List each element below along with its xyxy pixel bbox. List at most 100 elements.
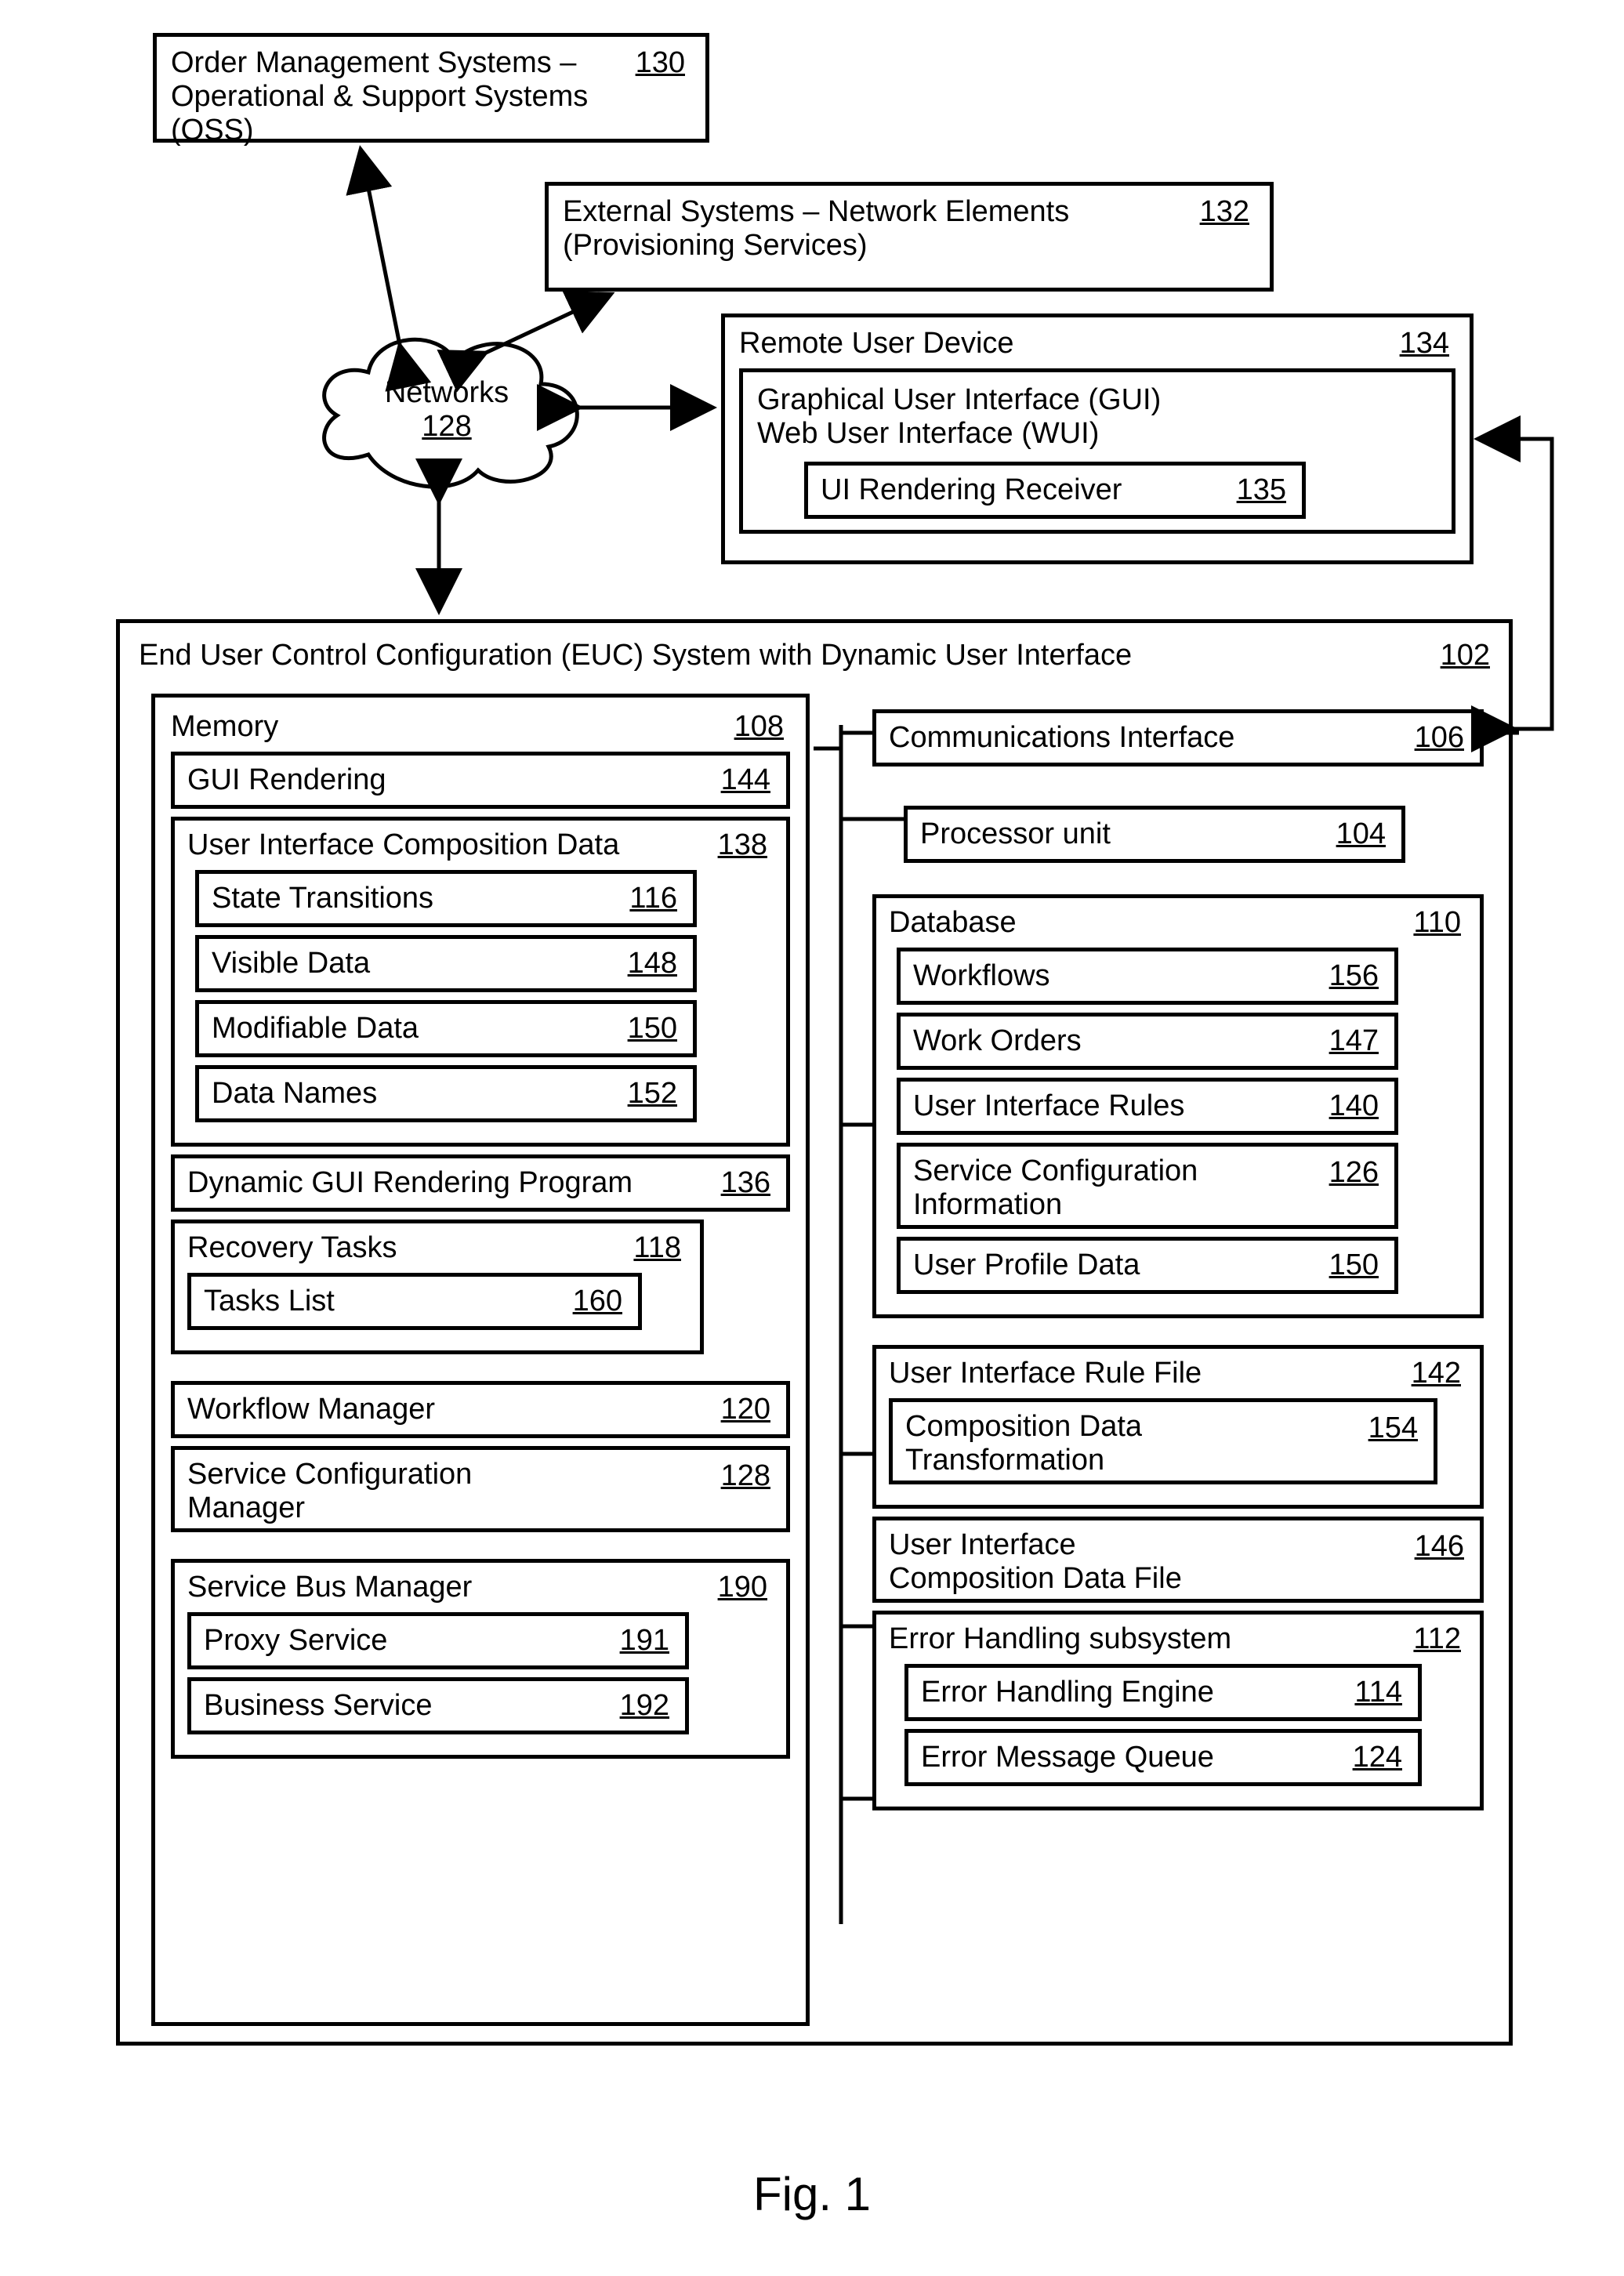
ext-box: External Systems – Network Elements (Pro… bbox=[545, 182, 1274, 292]
sci-ref: 126 bbox=[1329, 1156, 1379, 1190]
networks-label: Networks bbox=[306, 376, 588, 410]
comm-ref: 106 bbox=[1415, 721, 1464, 755]
memory-title: Memory bbox=[171, 710, 278, 744]
scm-box: Service Configuration Manager 128 bbox=[171, 1446, 790, 1532]
err-engine-box: Error Handling Engine 114 bbox=[904, 1664, 1422, 1721]
err-box: Error Handling subsystem 112 Error Handl… bbox=[872, 1611, 1484, 1810]
recovery-box: Recovery Tasks 118 Tasks List 160 bbox=[171, 1220, 704, 1354]
remote-gui-box: Graphical User Interface (GUI) Web User … bbox=[739, 368, 1455, 534]
remote-ref: 134 bbox=[1400, 327, 1449, 361]
db-title: Database bbox=[889, 906, 1017, 940]
mod-ref: 150 bbox=[628, 1012, 677, 1046]
uicdf-ref: 146 bbox=[1415, 1530, 1464, 1564]
scm-label: Service Configuration Manager bbox=[187, 1458, 501, 1525]
oms-box: Order Management Systems – Operational &… bbox=[153, 33, 709, 143]
visible-label: Visible Data bbox=[212, 947, 370, 980]
err-ref: 112 bbox=[1413, 1622, 1461, 1656]
uicd-ref: 138 bbox=[718, 828, 767, 862]
uicd-title: User Interface Composition Data bbox=[187, 828, 619, 862]
cdt-ref: 154 bbox=[1368, 1412, 1418, 1445]
db-box: Database 110 Workflows 156 Work Orders 1… bbox=[872, 894, 1484, 1318]
upd-ref: 150 bbox=[1329, 1249, 1379, 1282]
euc-title: End User Control Configuration (EUC) Sys… bbox=[139, 639, 1425, 672]
cdt-label: Composition Data Transformation bbox=[905, 1410, 1187, 1477]
sci-box: Service Configuration Information 126 bbox=[897, 1143, 1398, 1229]
gui-rendering-label: GUI Rendering bbox=[187, 763, 386, 796]
sbm-box: Service Bus Manager 190 Proxy Service 19… bbox=[171, 1559, 790, 1759]
remote-gui2: Web User Interface (WUI) bbox=[757, 417, 1437, 451]
uirules-box: User Interface Rules 140 bbox=[897, 1078, 1398, 1135]
err-queue-box: Error Message Queue 124 bbox=[904, 1729, 1422, 1786]
proc-label: Processor unit bbox=[920, 817, 1111, 850]
workflows-ref: 156 bbox=[1329, 959, 1379, 993]
proxy-label: Proxy Service bbox=[204, 1624, 387, 1657]
remote-gui1: Graphical User Interface (GUI) bbox=[757, 383, 1437, 417]
names-label: Data Names bbox=[212, 1077, 377, 1110]
proxy-ref: 191 bbox=[620, 1624, 669, 1658]
gui-rendering-ref: 144 bbox=[721, 763, 770, 797]
workflow-label: Workflow Manager bbox=[187, 1393, 435, 1426]
comm-label: Communications Interface bbox=[889, 721, 1234, 754]
workorders-label: Work Orders bbox=[913, 1024, 1082, 1057]
state-ref: 116 bbox=[629, 882, 677, 915]
uir-label: UI Rendering Receiver bbox=[821, 473, 1122, 506]
euc-box: End User Control Configuration (EUC) Sys… bbox=[116, 619, 1513, 2046]
biz-ref: 192 bbox=[620, 1689, 669, 1723]
names-ref: 152 bbox=[628, 1077, 677, 1111]
uirf-ref: 142 bbox=[1412, 1357, 1461, 1390]
uicd-box: User Interface Composition Data 138 Stat… bbox=[171, 817, 790, 1147]
uirules-label: User Interface Rules bbox=[913, 1089, 1184, 1122]
err-engine-ref: 114 bbox=[1354, 1676, 1402, 1709]
ext-line1: External Systems – Network Elements bbox=[563, 195, 1069, 229]
tasks-label: Tasks List bbox=[204, 1285, 335, 1317]
ext-ref: 132 bbox=[1200, 195, 1249, 229]
gui-rendering-box: GUI Rendering 144 bbox=[171, 752, 790, 809]
proc-box: Processor unit 104 bbox=[904, 806, 1405, 863]
sbm-title: Service Bus Manager bbox=[187, 1571, 472, 1604]
euc-ref: 102 bbox=[1441, 639, 1490, 672]
networks-cloud: Networks 128 bbox=[306, 313, 588, 502]
workflow-manager-box: Workflow Manager 120 bbox=[171, 1381, 790, 1438]
workflows-box: Workflows 156 bbox=[897, 948, 1398, 1005]
tasks-list-box: Tasks List 160 bbox=[187, 1273, 642, 1330]
mod-label: Modifiable Data bbox=[212, 1012, 419, 1045]
comm-box: Communications Interface 106 bbox=[872, 709, 1484, 767]
tasks-ref: 160 bbox=[573, 1285, 622, 1318]
uirf-box: User Interface Rule File 142 Composition… bbox=[872, 1345, 1484, 1509]
memory-box: Memory 108 GUI Rendering 144 User Interf… bbox=[151, 694, 810, 2026]
recovery-title: Recovery Tasks bbox=[187, 1231, 397, 1265]
state-label: State Transitions bbox=[212, 882, 433, 915]
dguir-ref: 136 bbox=[721, 1166, 770, 1200]
uicdf-label: User Interface Composition Data File bbox=[889, 1528, 1218, 1596]
data-names-box: Data Names 152 bbox=[195, 1065, 697, 1122]
workorders-box: Work Orders 147 bbox=[897, 1013, 1398, 1070]
recovery-ref: 118 bbox=[633, 1231, 681, 1265]
uir-ref: 135 bbox=[1237, 473, 1286, 507]
remote-title: Remote User Device bbox=[739, 327, 1014, 361]
upd-label: User Profile Data bbox=[913, 1249, 1140, 1281]
memory-ref: 108 bbox=[734, 710, 784, 744]
proxy-box: Proxy Service 191 bbox=[187, 1612, 689, 1669]
oms-line1: Order Management Systems – bbox=[171, 46, 636, 80]
dguir-label: Dynamic GUI Rendering Program bbox=[187, 1166, 633, 1199]
visible-ref: 148 bbox=[628, 947, 677, 980]
state-transitions-box: State Transitions 116 bbox=[195, 870, 697, 927]
oms-ref: 130 bbox=[636, 46, 685, 80]
proc-ref: 104 bbox=[1336, 817, 1386, 851]
sbm-ref: 190 bbox=[718, 1571, 767, 1604]
networks-text: Networks 128 bbox=[306, 376, 588, 444]
err-queue-label: Error Message Queue bbox=[921, 1741, 1214, 1774]
err-engine-label: Error Handling Engine bbox=[921, 1676, 1214, 1709]
err-title: Error Handling subsystem bbox=[889, 1622, 1231, 1656]
right-column: Communications Interface 106 Processor u… bbox=[872, 701, 1484, 1818]
dguir-box: Dynamic GUI Rendering Program 136 bbox=[171, 1154, 790, 1212]
db-ref: 110 bbox=[1413, 906, 1461, 940]
workflow-ref: 120 bbox=[721, 1393, 770, 1426]
ui-rendering-receiver-box: UI Rendering Receiver 135 bbox=[804, 462, 1306, 519]
remote-box: Remote User Device 134 Graphical User In… bbox=[721, 313, 1474, 564]
figure-caption: Fig. 1 bbox=[0, 2167, 1624, 2221]
scm-ref: 128 bbox=[721, 1459, 770, 1493]
biz-box: Business Service 192 bbox=[187, 1677, 689, 1734]
networks-ref: 128 bbox=[306, 410, 588, 444]
upd-box: User Profile Data 150 bbox=[897, 1237, 1398, 1294]
